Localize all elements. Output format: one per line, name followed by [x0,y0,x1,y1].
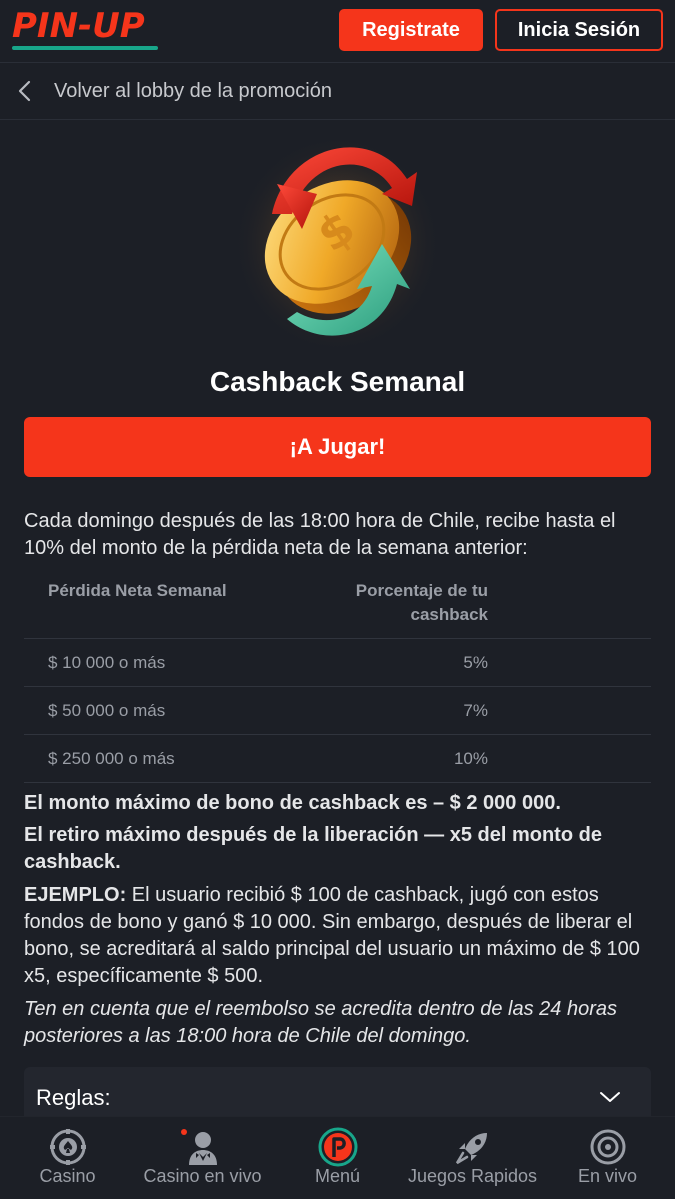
bottom-navigation: Casino Casino en vivo Menú Juegos Rapido… [0,1116,675,1199]
nav-item-menu[interactable]: Menú [270,1117,405,1199]
column-header-percent: Porcentaje de tu cashback [355,581,488,624]
cashback-table: Pérdida Neta Semanal Porcentaje de tu ca… [24,576,651,783]
play-button[interactable]: ¡A Jugar! [24,417,651,477]
back-to-lobby-label: Volver al lobby de la promoción [54,80,332,102]
cashback-percent-cell: 5% [463,653,488,672]
loss-threshold-cell: $ 50 000 o más [48,701,166,720]
login-button[interactable]: Inicia Sesión [495,9,663,51]
chevron-left-icon [18,80,31,102]
nav-item-live-casino[interactable]: Casino en vivo [135,1117,270,1199]
nav-label: Casino [39,1166,96,1186]
table-row: $ 250 000 o más 10% [24,735,651,783]
nav-label: Casino en vivo [143,1166,262,1186]
nav-label: Menú [314,1166,361,1186]
chevron-down-icon [600,1092,620,1102]
live-target-icon [590,1129,625,1165]
max-withdrawal-note: El retiro máximo después de la liberació… [24,824,602,873]
nav-label: Juegos Rapidos [407,1166,538,1186]
column-header-loss: Pérdida Neta Semanal [48,581,227,600]
cashback-percent-cell: 10% [453,749,488,768]
promo-title: Cashback Semanal [209,366,466,397]
cashback-percent-cell: 7% [463,701,488,720]
back-to-lobby-bar[interactable]: Volver al lobby de la promoción [0,62,675,120]
rocket-icon [455,1133,487,1165]
example-label: EJEMPLO: [24,884,127,906]
dealer-icon [188,1132,217,1165]
top-header: PIN-UP Registrate Inicia Sesión [0,0,675,62]
nav-item-casino[interactable]: Casino [0,1117,135,1199]
example-note: EJEMPLO: El usuario recibió $ 100 de cas… [24,882,654,990]
pinup-menu-icon [318,1127,357,1167]
logo-underline [12,46,158,50]
rules-label: Reglas: [36,1085,111,1110]
pinup-logo[interactable]: PIN-UP [12,8,145,44]
table-header-row: Pérdida Neta Semanal Porcentaje de tu ca… [24,576,651,639]
register-button[interactable]: Registrate [339,9,483,51]
poker-chip-icon [49,1129,86,1165]
loss-threshold-cell: $ 250 000 o más [48,749,175,768]
max-bonus-note: El monto máximo de bono de cashback es –… [24,792,561,814]
loss-threshold-cell: $ 10 000 o más [48,653,166,672]
nav-item-live[interactable]: En vivo [540,1117,675,1199]
cashback-coin-illustration: $ [232,134,442,354]
table-row: $ 10 000 o más 5% [24,639,651,687]
nav-item-fast-games[interactable]: Juegos Rapidos [405,1117,540,1199]
table-row: $ 50 000 o más 7% [24,687,651,735]
disclaimer-note: Ten en cuenta que el reembolso se acredi… [24,998,617,1047]
promo-intro-text: Cada domingo después de las 18:00 hora d… [24,510,616,559]
nav-label: En vivo [577,1166,638,1186]
